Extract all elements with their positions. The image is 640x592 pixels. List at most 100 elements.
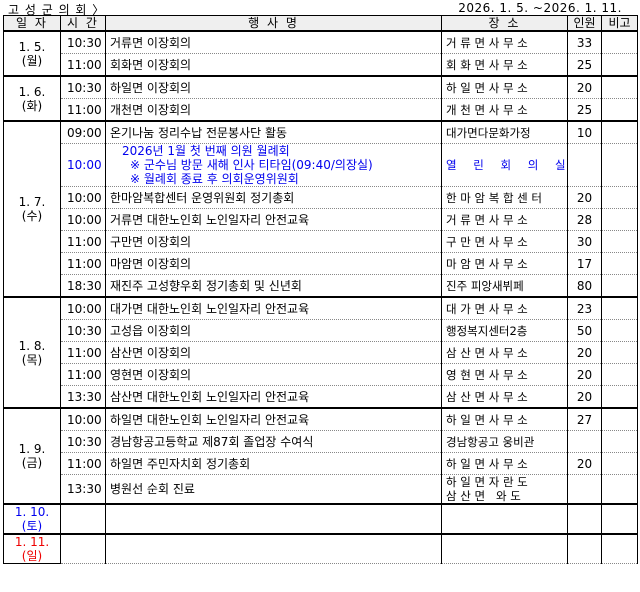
note-cell bbox=[601, 385, 638, 409]
place-cell: 거 류 면 사 무 소 bbox=[441, 208, 568, 231]
time-cell: 11:00 bbox=[60, 363, 106, 386]
attendee-count-cell: 17 bbox=[567, 252, 602, 275]
table-row: 1. 11. (일) bbox=[3, 533, 638, 564]
event-cell: 마암면 이장회의 bbox=[105, 252, 442, 275]
event-note-line: ※ 군수님 방문 새해 인사 티타임(09:40/의장실) bbox=[130, 158, 373, 172]
place-cell: 열 린 회 의 실 bbox=[441, 143, 568, 187]
date-text: 1. 9. bbox=[18, 442, 46, 456]
time-cell: 11:00 bbox=[60, 452, 106, 475]
attendee-count-cell: 20 bbox=[567, 385, 602, 409]
place-cell: 경남항공고 웅비관 bbox=[441, 430, 568, 453]
attendee-count-cell: 33 bbox=[567, 30, 602, 54]
attendee-count-cell: 10 bbox=[567, 120, 602, 144]
event-cell: 거류면 대한노인회 노인일자리 안전교육 bbox=[105, 208, 442, 231]
event-cell: 하일면 대한노인회 노인일자리 안전교육 bbox=[105, 407, 442, 431]
time-cell: 10:00 bbox=[60, 407, 106, 431]
time-cell: 18:30 bbox=[60, 274, 106, 298]
time-cell: 13:30 bbox=[60, 474, 106, 505]
note-cell bbox=[601, 341, 638, 364]
place-cell: 대가면다문화가정 bbox=[441, 120, 568, 144]
attendee-count-cell: 27 bbox=[567, 407, 602, 431]
schedule-period: 2026. 1. 5. ~2026. 1. 11. bbox=[458, 1, 622, 15]
note-cell bbox=[601, 503, 638, 535]
note-cell bbox=[601, 252, 638, 275]
col-header-event: 행 사 명 bbox=[105, 15, 442, 32]
event-cell: 회화면 이장회의 bbox=[105, 53, 442, 77]
note-cell bbox=[601, 30, 638, 54]
attendee-count-cell: 50 bbox=[567, 319, 602, 342]
col-header-count: 인원 bbox=[567, 15, 602, 32]
table-row: 1. 7. (수) 09:00 온기나눔 정리수납 전문봉사단 활동 대가면다문화가정 1… bbox=[3, 120, 638, 298]
table-row: 18:30 재진주 고성향우회 정기총회 및 신년회 진주 피앙새뷔페 80 bbox=[4, 274, 638, 298]
event-cell: 구만면 이장회의 bbox=[105, 230, 442, 253]
note-cell bbox=[601, 319, 638, 342]
attendee-count-cell: 28 bbox=[567, 208, 602, 231]
note-cell bbox=[601, 533, 638, 564]
event-cell bbox=[105, 533, 442, 564]
event-cell: 경남항공고등학교 제87회 졸업장 수여식 bbox=[105, 430, 442, 453]
place-cell: 영 현 면 사 무 소 bbox=[441, 363, 568, 386]
table-row: 10:30 고성읍 이장회의 행정복지센터2층 50 bbox=[4, 319, 638, 342]
place-cell: 삼 산 면 사 무 소 bbox=[441, 341, 568, 364]
day-date-cell: 1. 5. (월) bbox=[3, 30, 61, 77]
note-cell bbox=[601, 430, 638, 453]
place-cell: 한 마 암 복 합 센 터 bbox=[441, 186, 568, 209]
time-cell: 11:00 bbox=[60, 230, 106, 253]
table-row: 10:30 경남항공고등학교 제87회 졸업장 수여식 경남항공고 웅비관 bbox=[4, 430, 638, 453]
note-cell bbox=[601, 452, 638, 475]
weekday-text: (금) bbox=[21, 456, 43, 470]
table-row: 11:00 구만면 이장회의 구 만 면 사 무 소 30 bbox=[4, 230, 638, 253]
table-row: 11:00 개천면 이장회의 개 천 면 사 무 소 25 bbox=[4, 98, 638, 122]
event-cell: 거류면 이장회의 bbox=[105, 30, 442, 54]
table-row: 10:00 2026년 1월 첫 번째 의원 월례회 ※ 군수님 방문 새해 인사 … bbox=[4, 143, 638, 187]
table-row: 13:30 병원선 순회 진료 하 일 면 자 란 도삼 산 면 와 도 bbox=[4, 474, 638, 505]
date-text: 1. 7. bbox=[18, 195, 46, 209]
note-cell bbox=[601, 363, 638, 386]
note-cell bbox=[601, 98, 638, 122]
time-cell: 10:00 bbox=[60, 296, 106, 320]
col-header-note: 비고 bbox=[601, 15, 638, 32]
event-cell: 삼산면 대한노인회 노인일자리 안전교육 bbox=[105, 385, 442, 409]
table-row: 1. 6. (화) 10:30 하일면 이장회의 하 일 면 사 무 소 20 bbox=[3, 75, 638, 122]
place-line: 삼 산 면 와 도 bbox=[446, 489, 521, 503]
date-text: 1. 6. bbox=[18, 84, 46, 99]
date-text: 1. 8. bbox=[18, 338, 46, 353]
time-cell: 11:00 bbox=[60, 341, 106, 364]
attendee-count-cell bbox=[567, 430, 602, 453]
col-header-time: 시 간 bbox=[60, 15, 106, 32]
table-row: 1. 9. (금) 10:00 하일면 대한노인회 노인일자리 안전교육 하 일 면 사… bbox=[3, 407, 638, 505]
table-header-row: 일 자 시 간 행 사 명 장 소 인원 비고 bbox=[3, 15, 638, 32]
event-cell: 2026년 1월 첫 번째 의원 월례회 ※ 군수님 방문 새해 인사 티타임(0… bbox=[105, 143, 442, 187]
event-cell: 개천면 이장회의 bbox=[105, 98, 442, 122]
time-cell bbox=[60, 533, 106, 564]
note-cell bbox=[601, 407, 638, 431]
col-header-place: 장 소 bbox=[441, 15, 568, 32]
event-cell: 병원선 순회 진료 bbox=[105, 474, 442, 505]
event-cell: 삼산면 이장회의 bbox=[105, 341, 442, 364]
table-row: 1. 8. (목) 10:00 대가면 대한노인회 노인일자리 안전교육 대 가 면 사… bbox=[3, 296, 638, 409]
note-cell bbox=[601, 296, 638, 320]
schedule-table: 일 자 시 간 행 사 명 장 소 인원 비고 1. 5. (월) 10:30 거류면… bbox=[3, 15, 638, 564]
table-row: 11:00 회화면 이장회의 회 화 면 사 무 소 25 bbox=[4, 53, 638, 77]
weekday-text: (토) bbox=[21, 519, 43, 533]
time-cell: 10:30 bbox=[60, 319, 106, 342]
table-row: 13:30 삼산면 대한노인회 노인일자리 안전교육 삼 산 면 사 무 소 20 bbox=[4, 385, 638, 409]
count-cell bbox=[567, 533, 602, 564]
event-cell: 하일면 이장회의 bbox=[105, 75, 442, 99]
day-date-cell: 1. 11. (일) bbox=[3, 533, 61, 564]
place-cell: 마 암 면 사 무 소 bbox=[441, 252, 568, 275]
day-date-cell: 1. 10. (토) bbox=[3, 503, 61, 535]
place-cell: 행정복지센터2층 bbox=[441, 319, 568, 342]
place-cell: 하 일 면 자 란 도삼 산 면 와 도 bbox=[441, 474, 568, 505]
note-cell bbox=[601, 120, 638, 144]
schedule-body: 1. 5. (월) 10:30 거류면 이장회의 거 류 면 사 무 소 33 11:00 회… bbox=[3, 30, 638, 564]
place-cell: 진주 피앙새뷔페 bbox=[441, 274, 568, 298]
event-cell: 고성읍 이장회의 bbox=[105, 319, 442, 342]
time-cell: 10:30 bbox=[60, 30, 106, 54]
count-cell bbox=[567, 503, 602, 535]
attendee-count-cell: 20 bbox=[567, 452, 602, 475]
attendee-count-cell: 30 bbox=[567, 230, 602, 253]
col-header-date: 일 자 bbox=[3, 15, 61, 32]
table-row: 1. 10. (토) bbox=[3, 503, 638, 535]
weekday-text: (월) bbox=[21, 53, 43, 68]
